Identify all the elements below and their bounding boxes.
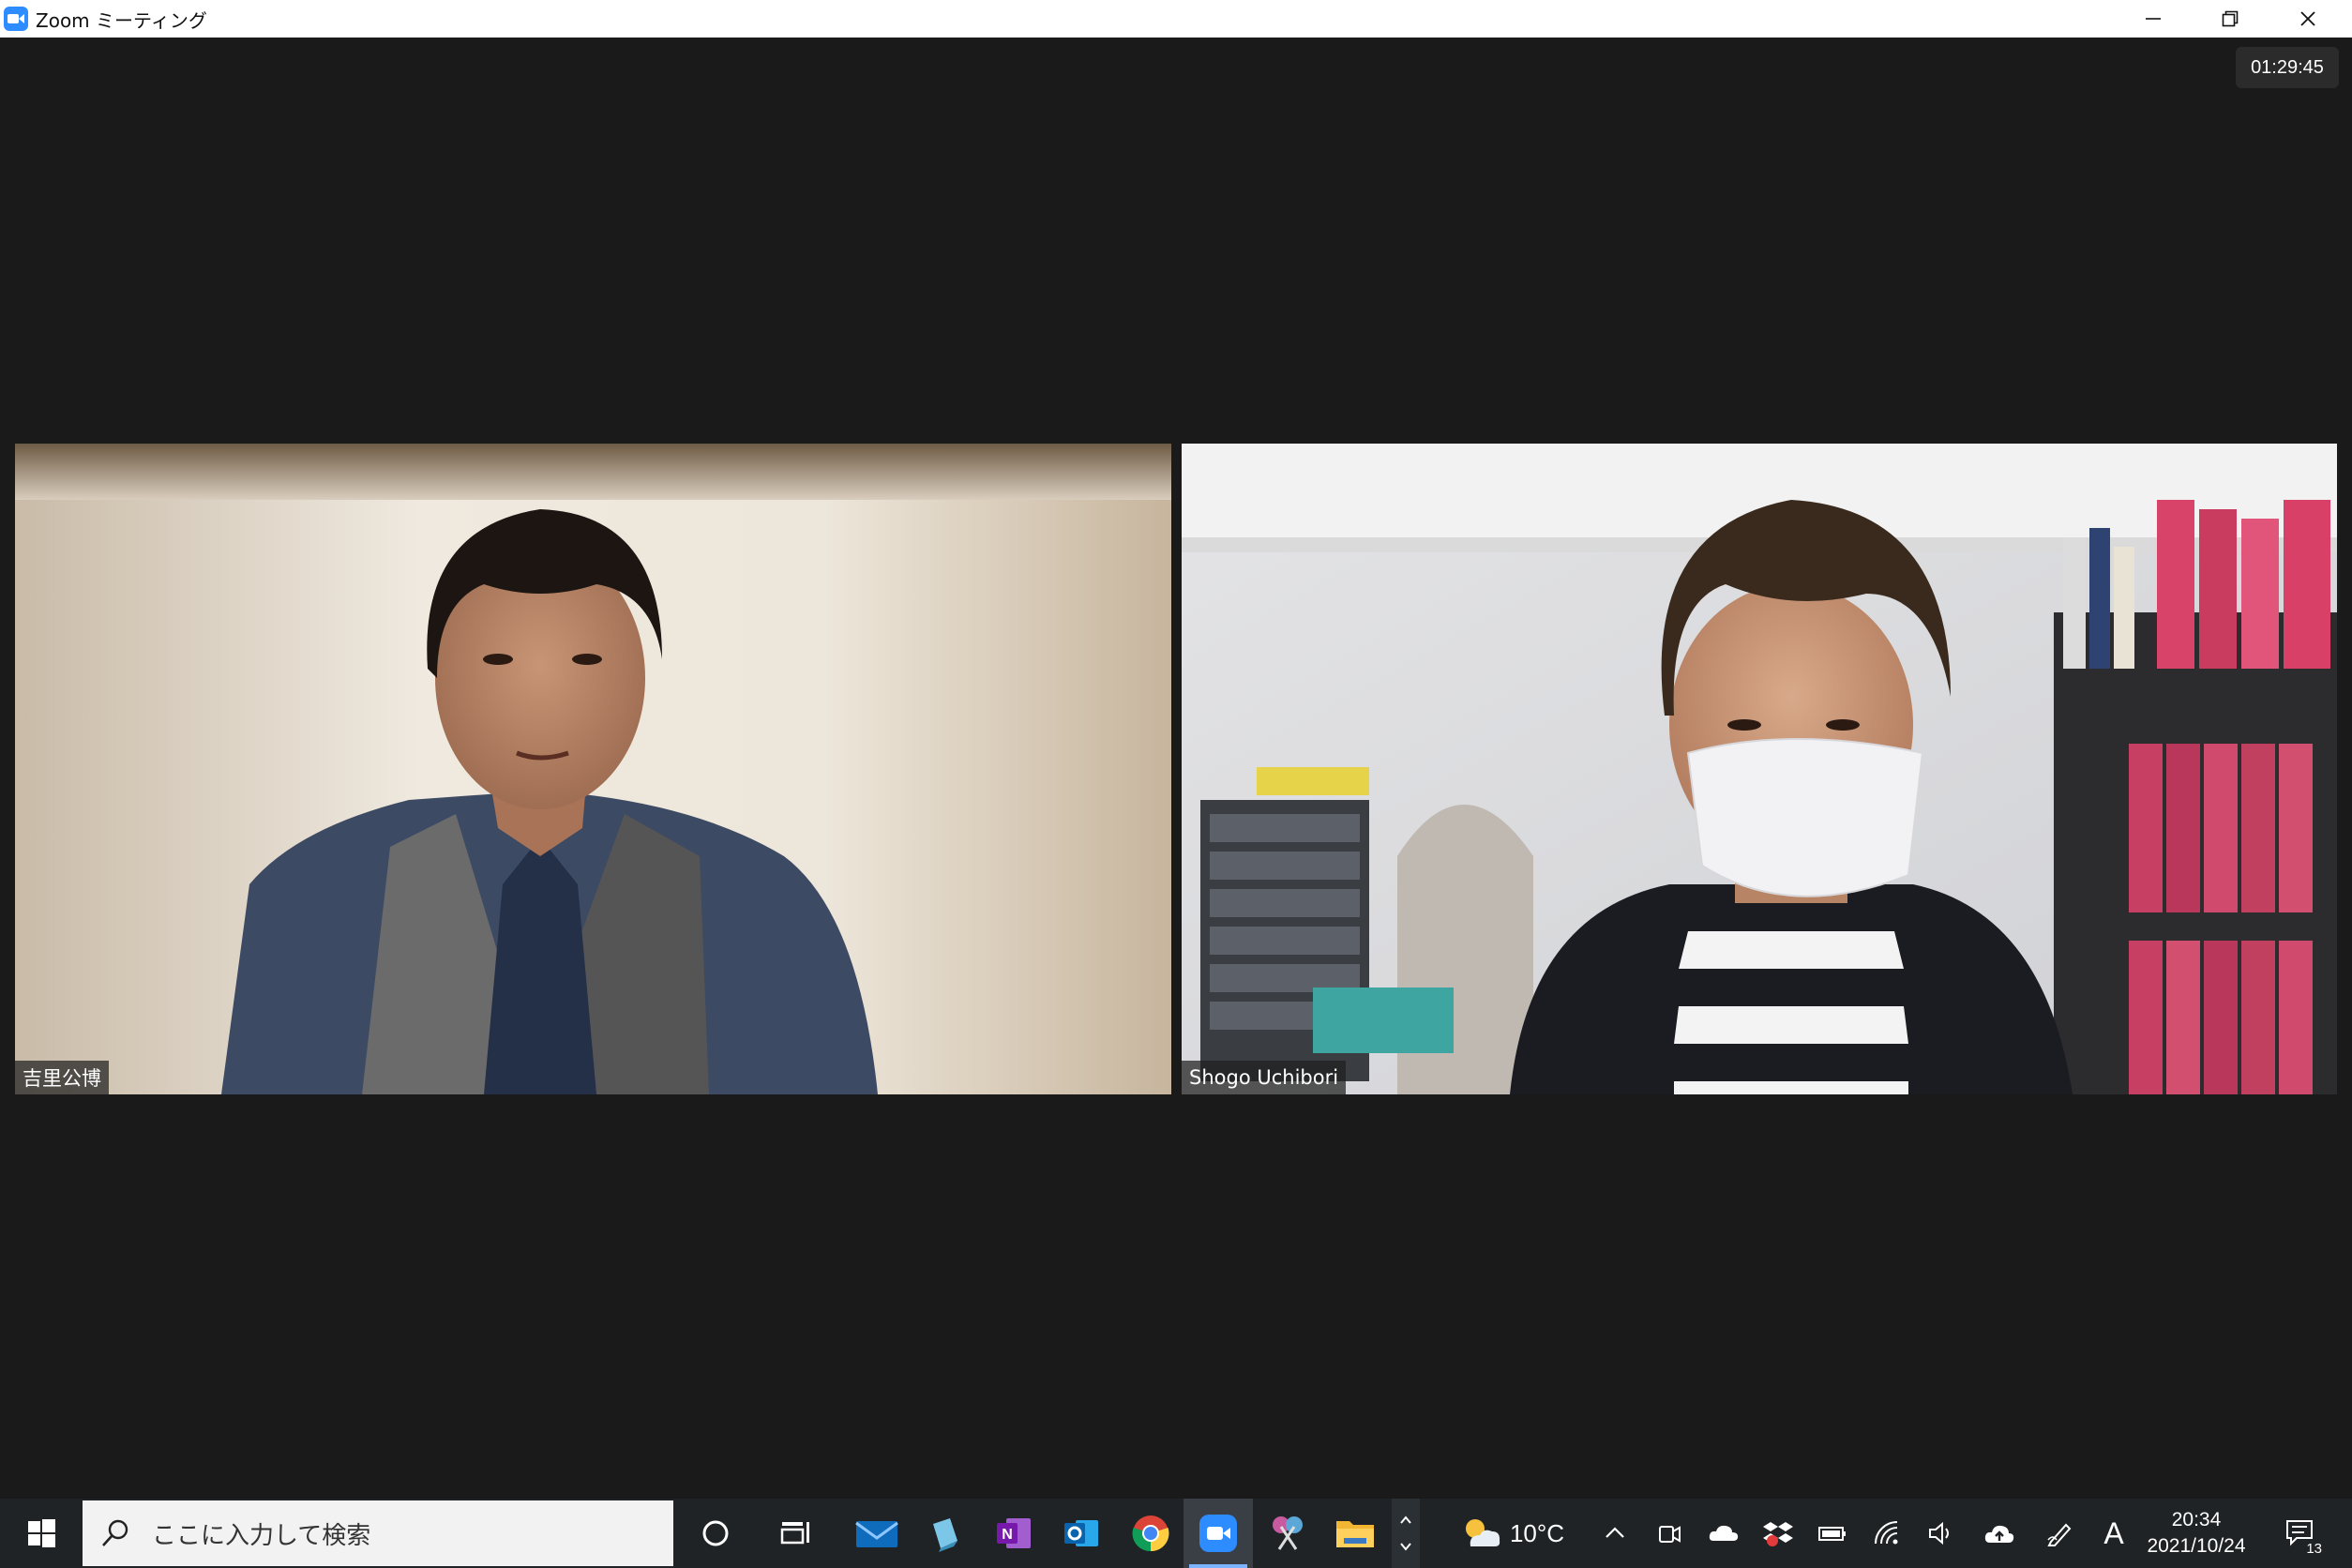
volume-button[interactable]	[1921, 1499, 1962, 1568]
battery-icon	[1818, 1527, 1846, 1541]
partly-cloudy-icon	[1465, 1519, 1500, 1546]
ime-mode-button[interactable]: A	[2093, 1499, 2134, 1568]
participant-video-tile[interactable]: 吉里公博	[15, 444, 1171, 1094]
notification-count-badge: 13	[2304, 1541, 2324, 1557]
task-view-icon	[780, 1522, 809, 1545]
restore-button[interactable]	[2192, 0, 2269, 38]
participant-video-tile[interactable]: Shogo Uchibori	[1182, 444, 2337, 1094]
mail-icon	[855, 1521, 898, 1547]
zoom-app-icon	[4, 7, 28, 31]
pen-icon	[2047, 1523, 2072, 1546]
snipping-tool-app-button[interactable]	[1253, 1499, 1322, 1568]
search-icon	[102, 1519, 128, 1546]
chevron-up-icon	[1606, 1527, 1624, 1538]
taskbar-search-box[interactable]: ここに入力して検索	[83, 1500, 673, 1566]
chrome-icon	[1132, 1515, 1169, 1552]
search-placeholder: ここに入力して検索	[152, 1521, 371, 1550]
participant-name-label: 吉里公博	[15, 1061, 109, 1094]
meeting-timer: 01:29:45	[2236, 47, 2339, 88]
outlook-app-button[interactable]	[1047, 1499, 1116, 1568]
upload-button[interactable]	[1979, 1499, 2020, 1568]
meet-now-icon	[1659, 1526, 1681, 1543]
action-center-button[interactable]: 13	[2273, 1499, 2329, 1568]
scroll-chevron-icon	[1400, 1515, 1411, 1551]
restore-icon	[2222, 10, 2239, 27]
file-explorer-app-button[interactable]	[1320, 1499, 1390, 1568]
onenote-icon: N	[997, 1518, 1031, 1548]
ime-mode-indicator: A	[2103, 1515, 2124, 1550]
minimize-button[interactable]	[2115, 0, 2192, 38]
taskbar-app-scroller[interactable]	[1392, 1499, 1420, 1568]
cortana-button[interactable]	[681, 1499, 750, 1568]
notepad-app-button[interactable]	[910, 1499, 979, 1568]
wifi-icon	[1875, 1521, 1898, 1545]
meet-now-button[interactable]	[1649, 1499, 1690, 1568]
weather-widget[interactable]: 10°C	[1452, 1499, 1574, 1568]
weather-temperature: 10°C	[1509, 1518, 1565, 1547]
volume-icon	[1929, 1521, 1949, 1545]
clock-date: 2021/10/24	[2147, 1535, 2246, 1557]
participant-name-label: Shogo Uchibori	[1182, 1061, 1347, 1094]
chrome-app-button[interactable]	[1116, 1499, 1185, 1568]
dropbox-button[interactable]	[1757, 1499, 1799, 1568]
pen-workspace-button[interactable]	[2039, 1499, 2080, 1568]
clock-time: 20:34	[2171, 1509, 2222, 1530]
battery-button[interactable]	[1812, 1499, 1853, 1568]
outlook-icon	[1064, 1520, 1098, 1546]
minimize-icon	[2146, 18, 2161, 20]
onedrive-button[interactable]	[1703, 1499, 1744, 1568]
svg-text:N: N	[1002, 1527, 1013, 1543]
participant-video-feed	[15, 444, 1171, 1094]
window-title-bar: Zoom ミーティング	[0, 0, 2352, 38]
onedrive-icon	[1709, 1525, 1739, 1541]
cortana-icon	[702, 1520, 729, 1546]
snipping-tool-icon	[1273, 1516, 1303, 1550]
clock[interactable]: 20:34 2021/10/24	[2140, 1499, 2253, 1568]
upload-icon	[1984, 1525, 2014, 1543]
close-icon	[2300, 11, 2315, 26]
dropbox-icon	[1763, 1522, 1793, 1546]
onenote-app-button[interactable]: N	[979, 1499, 1048, 1568]
zoom-app-button[interactable]	[1184, 1499, 1253, 1568]
file-explorer-icon	[1336, 1521, 1374, 1547]
show-hidden-icons-button[interactable]	[1594, 1499, 1636, 1568]
notepad-icon	[933, 1518, 957, 1552]
participant-video-feed	[1182, 444, 2337, 1094]
mail-app-button[interactable]	[842, 1499, 912, 1568]
start-button[interactable]	[0, 1499, 83, 1568]
window-title: Zoom ミーティング	[36, 8, 207, 32]
zoom-icon	[1199, 1515, 1237, 1552]
close-button[interactable]	[2269, 0, 2346, 38]
task-view-button[interactable]	[761, 1499, 831, 1568]
windows-logo-icon	[28, 1519, 55, 1547]
network-button[interactable]	[1866, 1499, 1907, 1568]
